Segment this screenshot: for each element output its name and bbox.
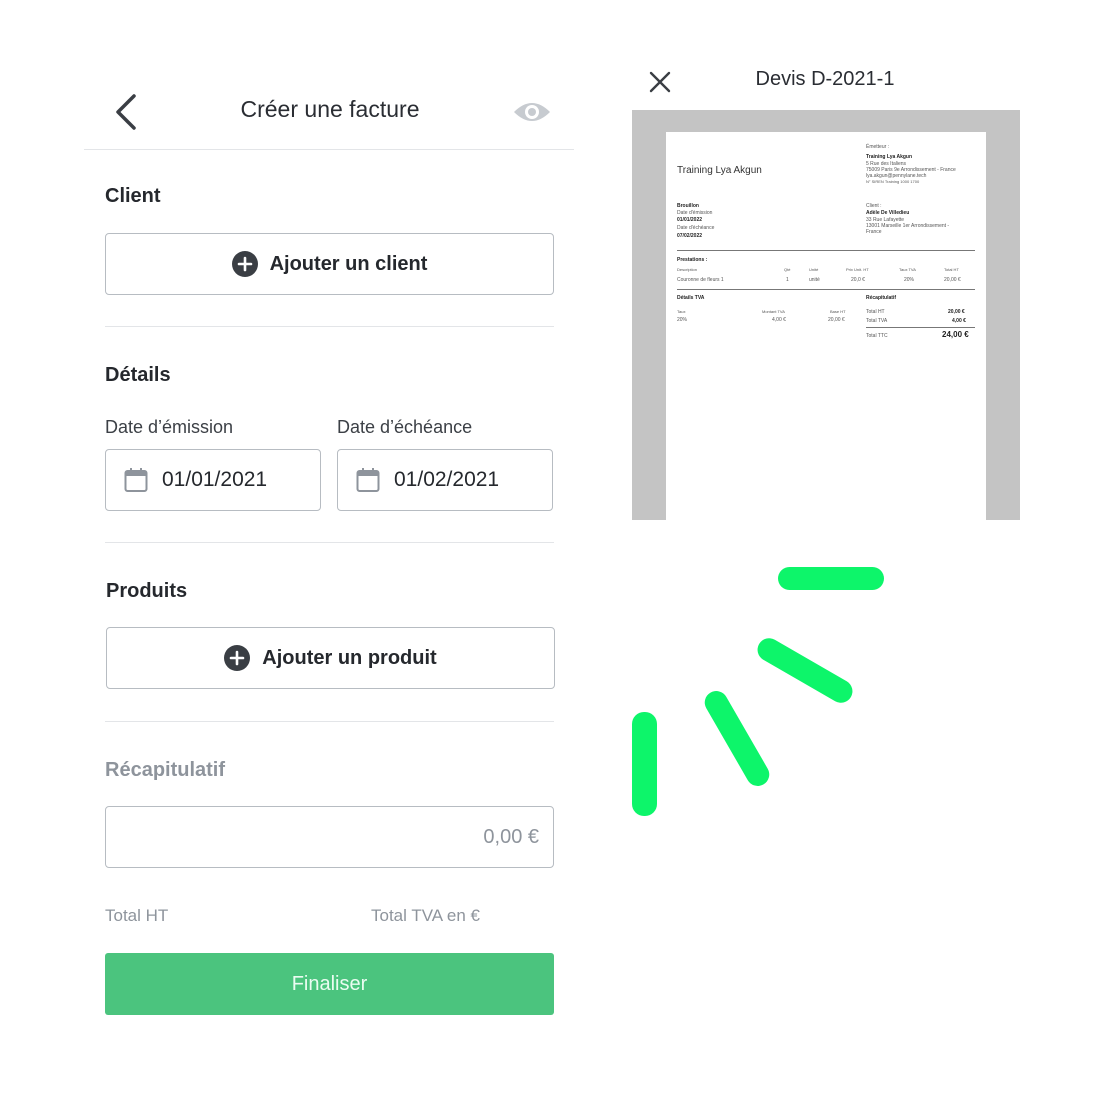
doc-recap-ht-value: 20,00 € xyxy=(948,309,965,315)
total-ht-label: Total HT xyxy=(105,906,169,925)
doc-issue-value: 01/01/2022 xyxy=(677,217,703,223)
preview-title: Devis D-2021-1 xyxy=(755,68,895,90)
doc-col-price: Prix Unit. HT xyxy=(846,267,869,272)
doc-tva-heading: Détails TVA xyxy=(677,295,705,301)
doc-divider xyxy=(677,250,975,251)
doc-tva-col-amount: Montant TVA xyxy=(762,309,785,314)
doc-col-description: Description xyxy=(677,267,698,272)
close-icon[interactable] xyxy=(648,70,672,94)
doc-row-unit: unité xyxy=(809,277,820,283)
doc-emitter-siren: N° SIREN Training 1000 1700 xyxy=(866,179,920,184)
doc-row-description: Couronne de fleurs 1 xyxy=(677,277,724,283)
doc-tva-col-base: Base HT xyxy=(830,309,846,314)
doc-divider xyxy=(677,289,975,290)
doc-status: Brouillon xyxy=(677,203,699,209)
doc-recap-ht-label: Total HT xyxy=(866,309,885,315)
doc-services-heading: Prestations : xyxy=(677,257,708,263)
section-divider xyxy=(105,721,554,722)
section-divider xyxy=(105,542,554,543)
issue-date-field[interactable]: 01/01/2021 xyxy=(105,449,321,511)
doc-recap-heading: Récapitulatif xyxy=(866,295,897,301)
doc-emitter-label: Émetteur : xyxy=(866,144,890,150)
summary-heading: Récapitulatif xyxy=(105,759,226,781)
spinner-dash xyxy=(632,712,657,816)
spinner-dash xyxy=(753,634,857,707)
doc-recap-tva-label: Total TVA xyxy=(866,318,888,324)
due-date-value: 01/02/2021 xyxy=(394,468,500,491)
doc-client-label: Client : xyxy=(866,203,882,209)
document-preview[interactable]: Training Lya Akgun Émetteur : Training L… xyxy=(632,110,1020,520)
details-heading: Détails xyxy=(105,364,171,386)
doc-col-qty: Qté xyxy=(784,267,791,272)
spinner-dash xyxy=(778,567,884,590)
doc-emitter-name: Training Lya Akgun xyxy=(866,154,913,160)
doc-tva-rate: 20% xyxy=(677,317,688,323)
add-product-label: Ajouter un produit xyxy=(262,646,437,669)
finalize-button[interactable]: Finaliser xyxy=(105,953,554,1015)
quote-document: Training Lya Akgun Émetteur : Training L… xyxy=(666,132,986,520)
summary-amount-value: 0,00 € xyxy=(483,825,539,848)
plus-circle-icon xyxy=(231,251,258,277)
doc-divider xyxy=(866,327,975,328)
plus-circle-icon xyxy=(224,645,251,671)
due-date-label: Date d’échéance xyxy=(337,417,473,437)
doc-tva-col-rate: Taux xyxy=(677,309,686,314)
due-date-field[interactable]: 01/02/2021 xyxy=(337,449,553,511)
doc-row-qty: 1 xyxy=(786,277,789,283)
header-divider xyxy=(84,149,574,150)
doc-client-addr3: France xyxy=(866,229,882,235)
doc-tva-amount: 4,00 € xyxy=(772,317,786,323)
doc-col-unit: Unité xyxy=(809,267,819,272)
calendar-icon xyxy=(124,468,148,492)
total-tva-label: Total TVA en € xyxy=(371,906,480,925)
doc-client-name: Adèle De Villedieu xyxy=(866,210,910,216)
doc-row-vat-rate: 20% xyxy=(904,277,915,283)
issue-date-label: Date d’émission xyxy=(105,417,234,437)
doc-due-label: Date d'échéance xyxy=(677,225,715,231)
spinner-dash xyxy=(700,686,774,791)
doc-recap-tva-value: 4,00 € xyxy=(952,318,966,324)
section-divider xyxy=(105,326,554,327)
calendar-icon xyxy=(356,468,380,492)
add-product-button[interactable]: Ajouter un produit xyxy=(106,627,555,689)
doc-col-vat-rate: Taux TVA xyxy=(899,267,916,272)
doc-row-total: 20,00 € xyxy=(944,277,961,283)
doc-row-price: 20,0 € xyxy=(851,277,865,283)
page-title: Créer une facture xyxy=(240,96,420,122)
add-client-button[interactable]: Ajouter un client xyxy=(105,233,554,295)
eye-icon[interactable] xyxy=(512,96,552,128)
add-client-label: Ajouter un client xyxy=(269,252,428,275)
chevron-left-icon[interactable] xyxy=(112,92,142,132)
doc-issue-label: Date d'émission xyxy=(677,210,713,216)
doc-company: Training Lya Akgun xyxy=(677,165,762,176)
issue-date-value: 01/01/2021 xyxy=(162,468,268,491)
doc-tva-base: 20,00 € xyxy=(828,317,845,323)
doc-col-total: Total HT xyxy=(944,267,959,272)
doc-recap-ttc-value: 24,00 € xyxy=(942,330,969,339)
products-heading: Produits xyxy=(106,580,188,602)
client-heading: Client xyxy=(105,185,161,207)
summary-amount-field[interactable]: 0,00 € xyxy=(105,806,554,868)
doc-due-value: 07/02/2022 xyxy=(677,233,703,239)
doc-recap-ttc-label: Total TTC xyxy=(866,333,888,339)
